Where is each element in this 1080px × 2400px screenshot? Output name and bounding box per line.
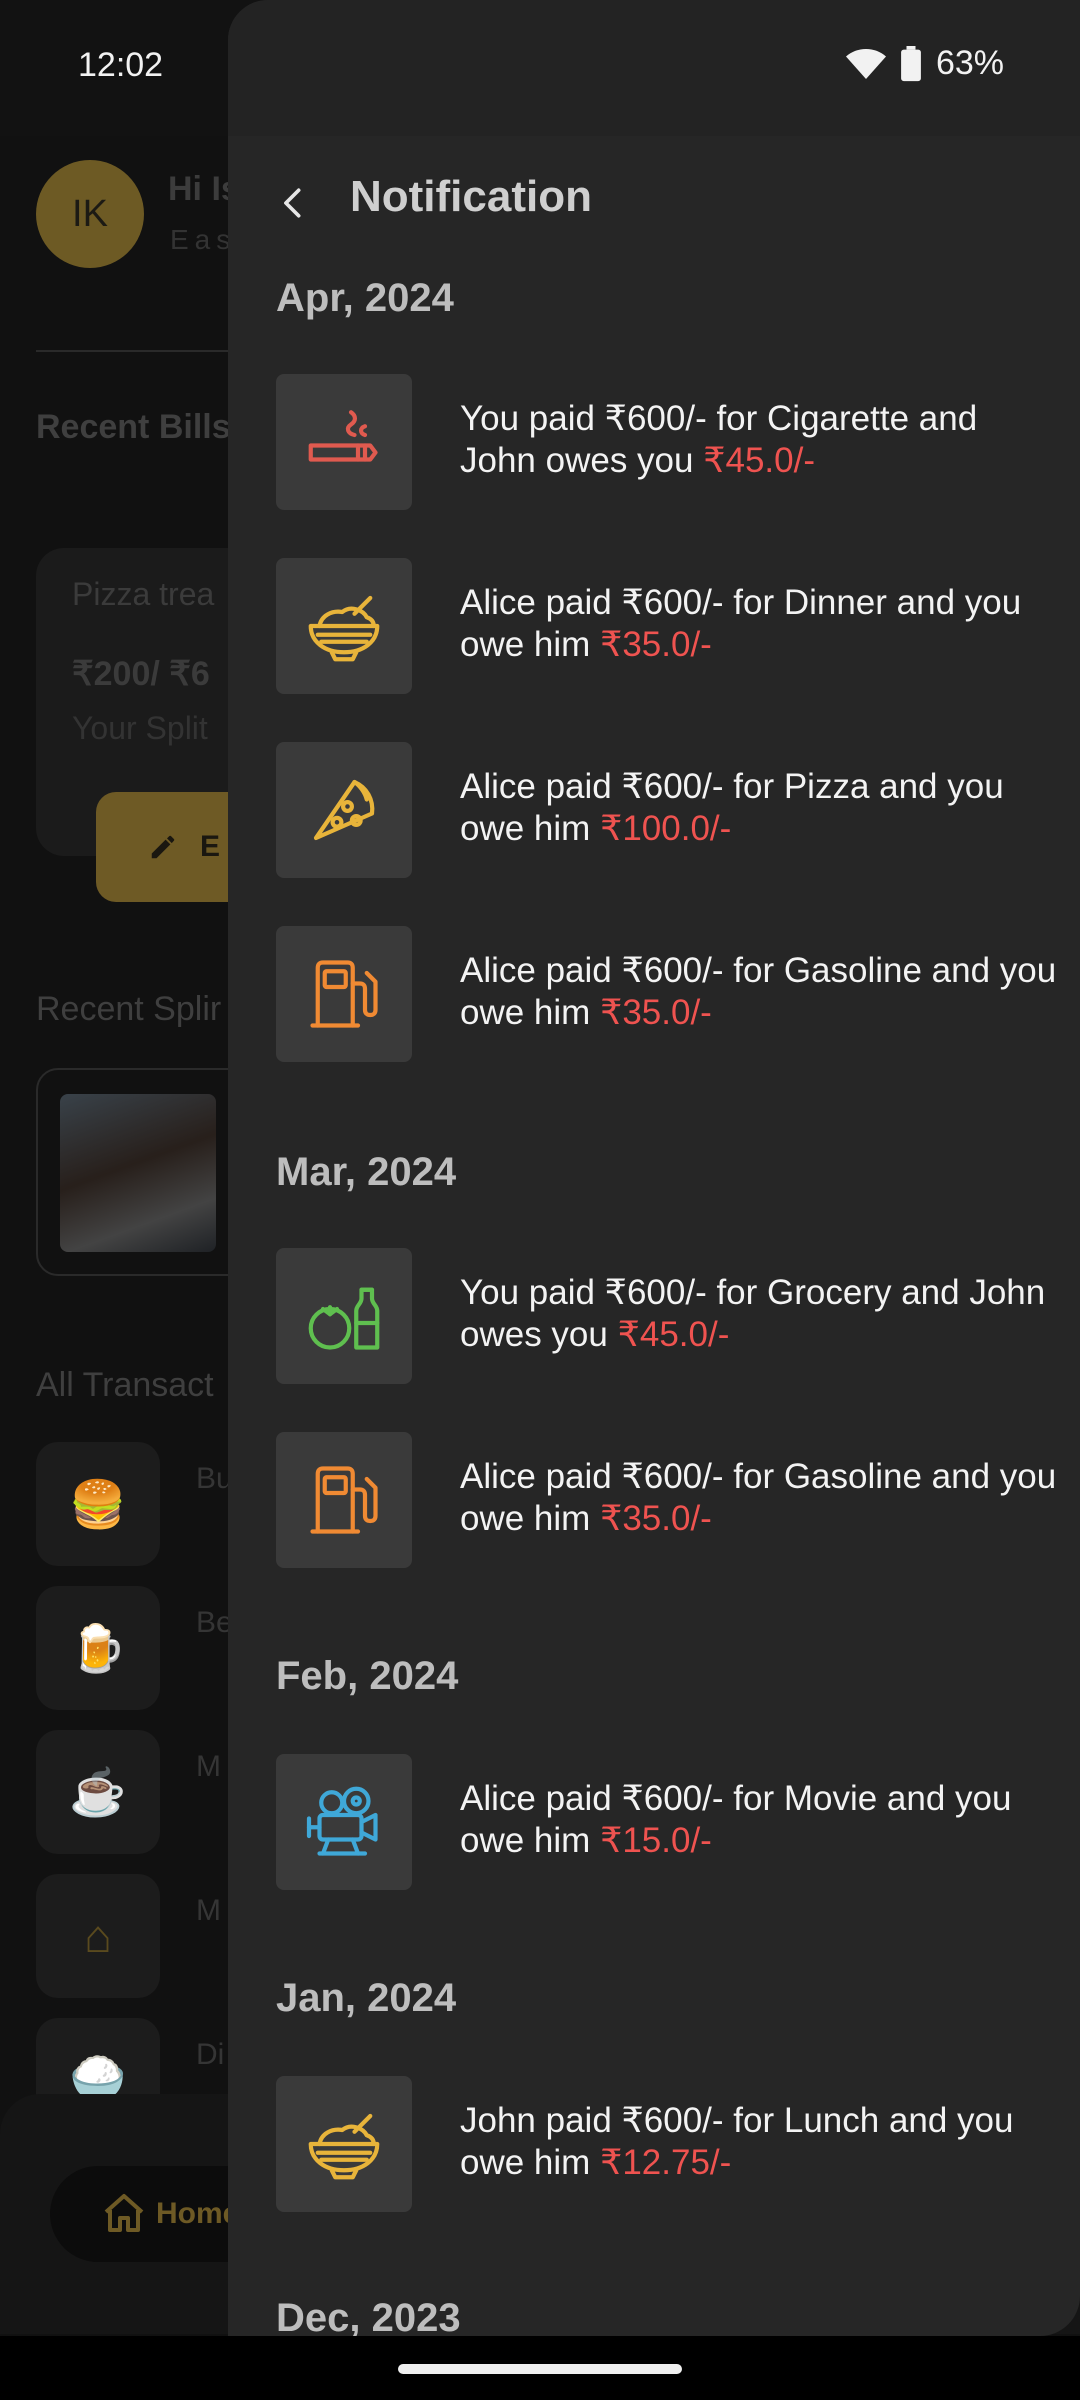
month-heading: Dec, 2023 xyxy=(276,2296,461,2336)
notification-item[interactable]: Alice paid ₹600/- for Gasoline and you o… xyxy=(276,1432,1056,1568)
month-heading: Jan, 2024 xyxy=(276,1976,457,2020)
pencil-icon xyxy=(151,835,175,859)
bill-split-label: Your Split xyxy=(72,710,208,746)
notification-message: Alice paid ₹600/- for Gasoline and you o… xyxy=(460,1457,1057,1538)
back-button[interactable] xyxy=(258,168,328,238)
beer-icon: 🍺 xyxy=(36,1586,160,1710)
status-time: 12:02 xyxy=(78,46,164,84)
notification-amount: ₹15.0/- xyxy=(600,1821,712,1860)
notification-text: Alice paid ₹600/- for Pizza and you owe … xyxy=(460,766,1060,850)
cigarette-icon xyxy=(276,374,412,510)
recent-splits-heading: Recent Splir xyxy=(36,990,222,1028)
notification-item[interactable]: Alice paid ₹600/- for Movie and you owe … xyxy=(276,1754,1056,1890)
movie-projector-icon xyxy=(276,1754,412,1890)
drawer-toolbar: Notification xyxy=(228,136,1080,266)
food-bowl-icon xyxy=(276,2076,412,2212)
page-title: Notification xyxy=(350,172,592,221)
notification-text: You paid ₹600/- for Cigarette and John o… xyxy=(460,398,1060,482)
bill-title: Pizza trea xyxy=(72,576,215,612)
recent-bills-heading: Recent Bills xyxy=(36,408,231,446)
notification-text: Alice paid ₹600/- for Gasoline and you o… xyxy=(460,1456,1060,1540)
wifi-icon xyxy=(845,48,886,79)
user-photo xyxy=(60,1094,216,1252)
battery-icon xyxy=(901,45,921,81)
food-bowl-icon xyxy=(276,558,412,694)
avatar: IK xyxy=(36,160,144,268)
notification-text: John paid ₹600/- for Lunch and you owe h… xyxy=(460,2100,1060,2184)
status-indicators: 63% xyxy=(845,44,1004,83)
burger-icon: 🍔 xyxy=(36,1442,160,1566)
notification-amount: ₹45.0/- xyxy=(703,441,815,480)
notification-text: Alice paid ₹600/- for Dinner and you owe… xyxy=(460,582,1060,666)
notification-amount: ₹35.0/- xyxy=(600,993,712,1032)
gas-pump-icon xyxy=(276,1432,412,1568)
home-icon xyxy=(104,2194,144,2232)
notification-message: Alice paid ₹600/- for Gasoline and you o… xyxy=(460,951,1057,1032)
notification-amount: ₹45.0/- xyxy=(617,1315,730,1354)
pizza-icon xyxy=(276,742,412,878)
month-heading: Feb, 2024 xyxy=(276,1654,459,1698)
month-heading: Apr, 2024 xyxy=(276,276,454,320)
divider xyxy=(36,350,236,352)
notification-drawer: Notification Apr, 2024 You paid ₹600/- f… xyxy=(228,0,1080,2336)
notification-amount: ₹35.0/- xyxy=(600,625,712,664)
notification-item[interactable]: John paid ₹600/- for Lunch and you owe h… xyxy=(276,2076,1056,2212)
notification-item[interactable]: You paid ₹600/- for Cigarette and John o… xyxy=(276,374,1056,510)
notification-amount: ₹35.0/- xyxy=(600,1499,712,1538)
notification-text: Alice paid ₹600/- for Movie and you owe … xyxy=(460,1778,1060,1862)
gesture-handle[interactable] xyxy=(398,2364,682,2374)
edit-label: E xyxy=(200,830,221,863)
notification-text: You paid ₹600/- for Grocery and John owe… xyxy=(460,1272,1060,1356)
notification-message: Alice paid ₹600/- for Movie and you owe … xyxy=(460,1779,1012,1860)
notification-message: Alice paid ₹600/- for Dinner and you owe… xyxy=(460,583,1022,664)
notification-item[interactable]: Alice paid ₹600/- for Pizza and you owe … xyxy=(276,742,1056,878)
notification-text: Alice paid ₹600/- for Gasoline and you o… xyxy=(460,950,1060,1034)
notification-amount: ₹12.75/- xyxy=(600,2143,732,2182)
notification-item[interactable]: You paid ₹600/- for Grocery and John owe… xyxy=(276,1248,1056,1384)
notification-message: You paid ₹600/- for Grocery and John owe… xyxy=(460,1273,1046,1354)
transaction-label: M xyxy=(196,1750,221,1783)
grocery-icon xyxy=(276,1248,412,1384)
greeting-subtext: Eas xyxy=(170,224,237,255)
house-icon: ⌂ xyxy=(36,1874,160,1998)
gas-pump-icon xyxy=(276,926,412,1062)
month-heading: Mar, 2024 xyxy=(276,1150,457,1194)
transaction-label: M xyxy=(196,1894,221,1927)
notification-amount: ₹100.0/- xyxy=(600,809,732,848)
coffee-icon: ☕ xyxy=(36,1730,160,1854)
transaction-label: Di xyxy=(196,2038,225,2071)
status-bar: 12:02 63% xyxy=(0,0,1080,136)
battery-percent: 63% xyxy=(935,44,1004,82)
chevron-left-icon xyxy=(284,188,301,218)
all-transactions-heading: All Transact xyxy=(36,1366,214,1404)
bill-amount: ₹200/ ₹6 xyxy=(72,655,210,693)
notification-item[interactable]: Alice paid ₹600/- for Gasoline and you o… xyxy=(276,926,1056,1062)
notification-message: John paid ₹600/- for Lunch and you owe h… xyxy=(460,2101,1014,2182)
nav-home-label: Home xyxy=(156,2197,240,2230)
notification-item[interactable]: Alice paid ₹600/- for Dinner and you owe… xyxy=(276,558,1056,694)
notification-message: Alice paid ₹600/- for Pizza and you owe … xyxy=(460,767,1004,848)
